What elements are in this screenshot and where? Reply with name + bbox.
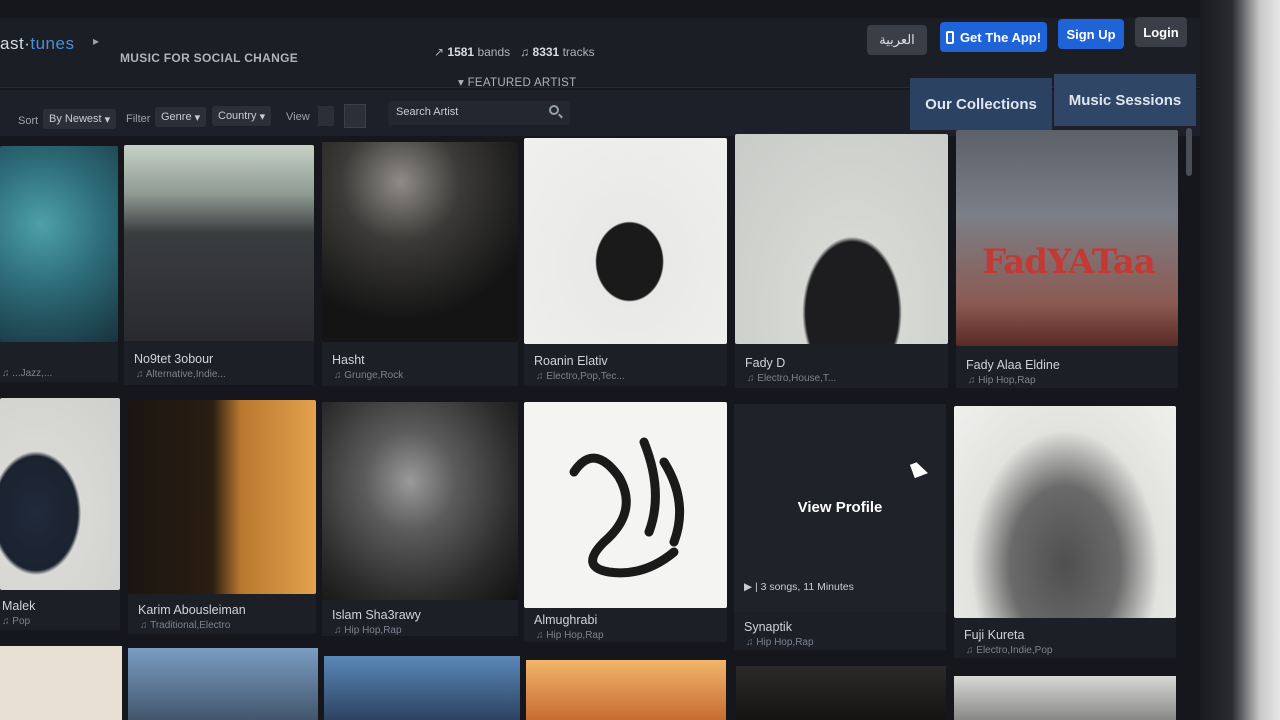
artist-name[interactable]: Karim Abousleiman: [138, 603, 246, 617]
chevron-right-icon: ▸: [93, 34, 100, 48]
artist-genre: Electro,Indie,Pop: [966, 645, 1052, 656]
artist-card[interactable]: Fady D Electro,House,T...: [735, 134, 948, 388]
scrollbar-thumb[interactable]: [1186, 128, 1192, 176]
genre-select[interactable]: Genre ▾: [155, 107, 207, 127]
featured-artist-toggle[interactable]: ▾ FEATURED ARTIST: [458, 75, 576, 89]
artist-photo[interactable]: [128, 648, 318, 720]
artist-photo[interactable]: [322, 142, 518, 342]
artist-genre: ...Jazz,...: [2, 368, 52, 379]
artist-name[interactable]: Fady D: [745, 356, 785, 370]
sort-select[interactable]: By Newest ▾: [43, 109, 117, 129]
arabic-language-button[interactable]: العربية: [867, 25, 927, 55]
artist-name[interactable]: Roanin Elativ: [534, 354, 608, 368]
artist-genre: Hip Hop,Rap: [746, 637, 813, 648]
artist-genre: Electro,Pop,Tec...: [536, 371, 624, 382]
artist-photo[interactable]: [954, 676, 1176, 720]
artist-name[interactable]: Fady Alaa Eldine: [966, 358, 1060, 372]
calligraphy-logo: [569, 437, 685, 578]
artist-genre: Hip Hop,Rap: [536, 630, 603, 641]
artist-genre: Traditional,Electro: [140, 620, 230, 631]
artist-card[interactable]: Karim Abousleiman Traditional,Electro: [128, 400, 316, 634]
fady-ataa-logo-text: FadYATaa: [982, 242, 1156, 282]
site-logo[interactable]: ast·tunes: [0, 34, 74, 54]
login-button[interactable]: Login: [1135, 17, 1187, 47]
artist-card[interactable]: Hasht Grunge,Rock: [322, 142, 518, 386]
artist-photo[interactable]: [324, 656, 520, 720]
artist-card[interactable]: Malek Pop: [0, 398, 120, 630]
artist-genre: Hip Hop,Rap: [334, 625, 401, 636]
artist-genre: Electro,House,T...: [747, 373, 836, 384]
artist-genre: Grunge,Rock: [334, 370, 403, 381]
artist-photo[interactable]: [0, 646, 122, 720]
artist-photo[interactable]: [526, 660, 726, 720]
monitor-bezel: [1200, 0, 1280, 720]
artist-photo[interactable]: [524, 138, 727, 344]
search-icon[interactable]: [549, 105, 559, 115]
filter-label: Filter: [126, 113, 151, 125]
list-view-icon[interactable]: [344, 104, 366, 128]
search-artist-input[interactable]: Search Artist: [388, 101, 570, 125]
artist-genre: Alternative,Indie...: [136, 369, 226, 380]
grid-view-icon[interactable]: [318, 106, 334, 126]
tracks-count: 8331: [532, 45, 560, 59]
artist-photo[interactable]: View Profile ▶ | 3 songs, 11 Minutes: [734, 404, 946, 612]
artist-card[interactable]: Islam Sha3rawy Hip Hop,Rap: [322, 402, 518, 636]
tab-music-sessions[interactable]: Music Sessions: [1054, 74, 1196, 126]
get-app-button[interactable]: Get The App!: [940, 22, 1047, 52]
tracks-label: tracks: [562, 45, 595, 59]
artist-photo[interactable]: FadYATaa: [956, 130, 1178, 346]
artist-name[interactable]: Almughrabi: [534, 613, 597, 627]
artist-photo[interactable]: [322, 402, 518, 600]
artist-genre: Hip Hop,Rap: [968, 375, 1035, 386]
tab-our-collections[interactable]: Our Collections: [910, 78, 1052, 130]
artist-photo[interactable]: [0, 146, 118, 342]
bands-icon: ↗: [434, 45, 445, 59]
artist-card[interactable]: Almughrabi Hip Hop,Rap: [524, 402, 727, 642]
artist-card[interactable]: FadYATaa Fady Alaa Eldine Hip Hop,Rap: [956, 130, 1178, 388]
signup-button[interactable]: Sign Up: [1058, 19, 1124, 49]
caret-down-icon: ▾: [104, 113, 111, 126]
artist-name[interactable]: Malek: [2, 599, 35, 613]
artist-name[interactable]: Islam Sha3rawy: [332, 608, 421, 622]
artist-photo[interactable]: [0, 398, 120, 590]
view-profile-button[interactable]: View Profile: [734, 499, 946, 516]
artist-card[interactable]: Fuji Kureta Electro,Indie,Pop: [954, 406, 1176, 658]
artist-name[interactable]: No9tet 3obour: [134, 352, 213, 366]
artist-genre: Pop: [2, 616, 30, 627]
artist-card-hovered[interactable]: View Profile ▶ | 3 songs, 11 Minutes Syn…: [734, 404, 946, 650]
artist-photo[interactable]: [124, 145, 314, 341]
browser-screen: ast·tunes ▸ MUSIC FOR SOCIAL CHANGE ↗ 15…: [0, 0, 1200, 720]
artist-card[interactable]: No9tet 3obour Alternative,Indie...: [124, 145, 314, 385]
artist-name[interactable]: Hasht: [332, 353, 365, 367]
artist-photo[interactable]: [524, 402, 727, 608]
artist-name[interactable]: Synaptik: [744, 620, 792, 634]
artist-card[interactable]: ...Jazz,...: [0, 146, 118, 382]
site-stats: ↗ 1581 bands ♫ 8331 tracks: [434, 45, 595, 59]
caret-down-icon: ▾: [194, 111, 201, 124]
artist-photo[interactable]: [736, 666, 946, 720]
artist-card[interactable]: Roanin Elativ Electro,Pop,Tec...: [524, 138, 727, 386]
sort-label: Sort: [18, 115, 39, 127]
artist-photo[interactable]: [735, 134, 948, 344]
caret-down-icon: ▾: [458, 77, 468, 89]
bands-label: bands: [477, 45, 511, 59]
artist-photo[interactable]: [128, 400, 316, 594]
songs-info[interactable]: ▶ | 3 songs, 11 Minutes: [744, 581, 854, 593]
artist-photo[interactable]: [954, 406, 1176, 618]
bands-count: 1581: [447, 45, 475, 59]
play-icon[interactable]: ▶: [744, 581, 755, 593]
artist-name[interactable]: Fuji Kureta: [964, 628, 1024, 642]
view-label: View: [286, 111, 310, 123]
music-note-icon: ♫: [520, 45, 530, 59]
site-tagline: MUSIC FOR SOCIAL CHANGE: [120, 51, 299, 65]
caret-down-icon: ▾: [259, 110, 266, 123]
phone-icon: [945, 30, 954, 44]
country-select[interactable]: Country ▾: [212, 106, 272, 126]
